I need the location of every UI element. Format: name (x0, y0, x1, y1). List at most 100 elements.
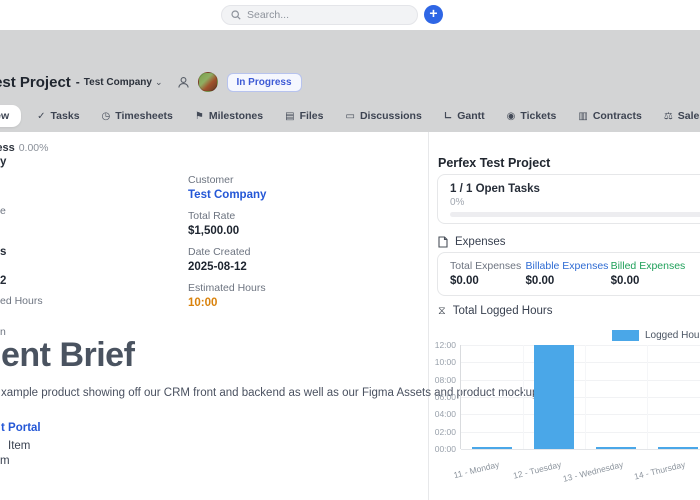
gridline (461, 397, 700, 398)
list-item: Item (8, 440, 30, 452)
title-separator: - (76, 75, 80, 89)
expense-value: $0.00 (526, 275, 611, 287)
tab-label: Tasks (51, 110, 80, 122)
status-badge[interactable]: In Progress (227, 73, 302, 92)
gridline (461, 432, 700, 433)
total-expenses: Total Expenses $0.00 (450, 260, 526, 288)
info-value: $1,500.00 (188, 225, 266, 237)
y-tick-label: 10:00 (430, 357, 456, 367)
info-estimated-hours: Estimated Hours 10:00 (188, 282, 266, 309)
discussions-icon: ▭ (346, 111, 355, 122)
topbar: Search... + (0, 0, 700, 30)
project-header-band: Perfex Test Project - Test Company ⌄ In … (0, 30, 700, 132)
search-input[interactable]: Search... (221, 5, 418, 25)
gridline (461, 362, 700, 363)
portal-link[interactable]: t Portal (1, 422, 41, 434)
y-tick-label: 02:00 (430, 427, 456, 437)
tab-milestones[interactable]: ⚑Milestones (195, 105, 263, 127)
gridline (461, 380, 700, 381)
right-summary-pane: Perfex Test Project 1 / 1 Open Tasks 0% … (437, 132, 700, 500)
pane-divider (428, 132, 429, 500)
info-date-created: Date Created 2025-08-12 (188, 246, 266, 273)
member-avatar[interactable] (198, 72, 218, 92)
expense-label[interactable]: Billed Expenses (611, 260, 700, 272)
customer-link[interactable]: Test Company (188, 189, 266, 201)
sales-icon: ⚖ (664, 111, 673, 122)
progress-value: 0.00% (19, 142, 49, 154)
y-tick-label: 00:00 (430, 444, 456, 454)
gridline (523, 345, 524, 449)
progress-indicator: Progress 0.00% (0, 138, 48, 156)
tab-label: Discussions (360, 110, 422, 122)
info-label: Customer (188, 174, 266, 186)
billed-expenses: Billed Expenses $0.00 (611, 260, 700, 288)
tab-bar: ▦Overview ✓ Tasks ◷ Timesheets ⚑Milestones ▤ Fi… (0, 104, 700, 128)
gantt-icon: ∟ (444, 111, 452, 122)
expense-label: Total Expenses (450, 260, 526, 272)
y-tick-label: 08:00 (430, 375, 456, 385)
info-customer: Customer Test Company (188, 174, 266, 201)
tasks-progressbar (450, 212, 700, 217)
logged-hours-section-header: ⧖ Total Logged Hours (438, 304, 552, 318)
tab-label: Gantt (457, 110, 484, 122)
members-icon[interactable] (177, 76, 190, 89)
tab-files[interactable]: ▤ Files (285, 105, 323, 127)
project-info-column: Customer Test Company Total Rate $1,500.… (188, 174, 266, 318)
info-value: 10:00 (188, 297, 266, 309)
company-selector[interactable]: Test Company (84, 77, 152, 88)
expense-value: $0.00 (611, 275, 700, 287)
logged-hours-header-label: Total Logged Hours (453, 305, 553, 317)
tab-label: Contracts (593, 110, 642, 122)
expenses-section-header: Expenses (438, 236, 506, 248)
tab-timesheets[interactable]: ◷ Timesheets (102, 105, 173, 127)
add-button[interactable]: + (424, 5, 443, 24)
bar-12-tuesday (534, 345, 574, 449)
expense-label[interactable]: Billable Expenses (526, 260, 611, 272)
document-icon (438, 236, 448, 248)
bar-11-monday (472, 447, 512, 449)
gridline (461, 345, 700, 346)
chart-legend: Logged Hours (612, 330, 700, 341)
tab-label: Files (300, 110, 324, 122)
legend-label: Logged Hours (645, 330, 700, 341)
info-label: Date Created (188, 246, 266, 258)
info-label: Estimated Hours (188, 282, 266, 294)
gridline (461, 414, 700, 415)
logged-hours-chart: Logged Hours 00:0002:0004:0006:0008:0010… (437, 322, 700, 492)
tab-contracts[interactable]: ▥ Contracts (578, 105, 641, 127)
project-header: Perfex Test Project - Test Company ⌄ In … (0, 71, 302, 93)
tab-discussions[interactable]: ▭ Discussions (346, 105, 422, 127)
tab-gantt[interactable]: ∟ Gantt (444, 105, 485, 127)
info-label: Total Rate (188, 210, 266, 222)
project-title: Perfex Test Project (0, 74, 71, 91)
tab-overview[interactable]: ▦Overview (0, 105, 21, 127)
contracts-icon: ▥ (578, 111, 587, 122)
tab-label: Tickets (520, 110, 556, 122)
open-tasks-count: 1 / 1 Open Tasks (450, 183, 700, 195)
expenses-card: Total Expenses $0.00 Billable Expenses $… (437, 252, 700, 296)
files-icon: ▤ (285, 111, 294, 122)
info-value: 2025-08-12 (188, 261, 266, 273)
cropped-field-fragment: y (0, 156, 6, 168)
tickets-icon: ◉ (507, 111, 516, 122)
tab-sales[interactable]: ⚖Sales⌄ (664, 105, 700, 127)
timesheets-icon: ◷ (102, 111, 111, 122)
chevron-down-icon[interactable]: ⌄ (155, 77, 163, 88)
y-tick-label: 04:00 (430, 409, 456, 419)
bar-13-wednesday (596, 447, 636, 449)
hourglass-icon: ⧖ (438, 304, 446, 318)
gridline (647, 345, 648, 449)
list-item: m (0, 455, 10, 467)
tab-label: Timesheets (115, 110, 173, 122)
tab-label: Sales (678, 110, 700, 122)
progress-label: Progress (0, 142, 15, 154)
chart-plot: 00:0002:0004:0006:0008:0010:0012:0011 - … (460, 345, 700, 449)
tab-tasks[interactable]: ✓ Tasks (37, 105, 79, 127)
tab-tickets[interactable]: ◉ Tickets (507, 105, 557, 127)
tasks-percent: 0% (450, 197, 700, 208)
billable-expenses: Billable Expenses $0.00 (526, 260, 611, 288)
expense-value: $0.00 (450, 275, 526, 287)
tasks-icon: ✓ (37, 111, 45, 122)
search-placeholder: Search... (247, 9, 289, 21)
cropped-field-fragment: s (0, 246, 6, 258)
